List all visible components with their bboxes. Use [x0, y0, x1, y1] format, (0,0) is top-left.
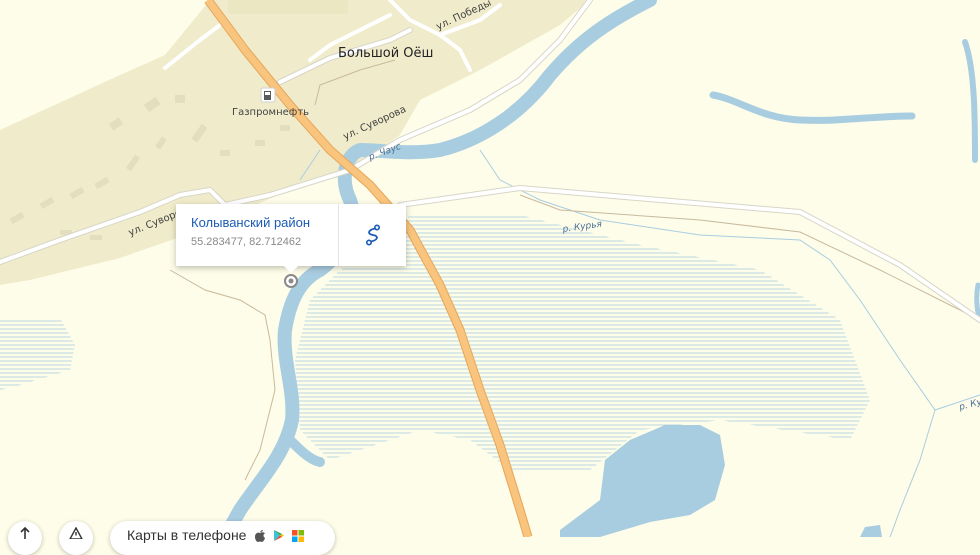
scroll-up-button[interactable] — [8, 521, 42, 555]
map-canvas[interactable]: Большой Оёш ул. Победы ул. Суворова ул. … — [0, 0, 980, 537]
warning-icon — [69, 527, 83, 539]
gas-station-icon[interactable] — [260, 87, 276, 103]
mobile-app-promo[interactable]: Карты в телефоне — [110, 521, 335, 555]
route-icon — [365, 224, 380, 246]
poi-label-gas-station: Газпромнефть — [232, 107, 309, 118]
google-play-icon[interactable] — [273, 529, 285, 542]
location-marker-icon[interactable] — [284, 274, 298, 288]
report-error-button[interactable] — [59, 521, 93, 555]
popup-info: Колыванский район 55.283477, 82.712462 — [176, 204, 338, 266]
store-icons — [254, 529, 305, 542]
apple-icon[interactable] — [254, 529, 266, 542]
popup-coords: 55.283477, 82.712462 — [191, 236, 302, 248]
popup-title[interactable]: Колыванский район — [191, 215, 338, 230]
arrow-up-icon — [20, 527, 30, 539]
promo-text: Карты в телефоне — [127, 527, 247, 543]
windows-icon[interactable] — [292, 529, 305, 542]
route-button[interactable] — [338, 204, 406, 266]
location-popup: Колыванский район 55.283477, 82.712462 — [176, 204, 406, 273]
village-label: Большой Оёш — [338, 46, 433, 61]
